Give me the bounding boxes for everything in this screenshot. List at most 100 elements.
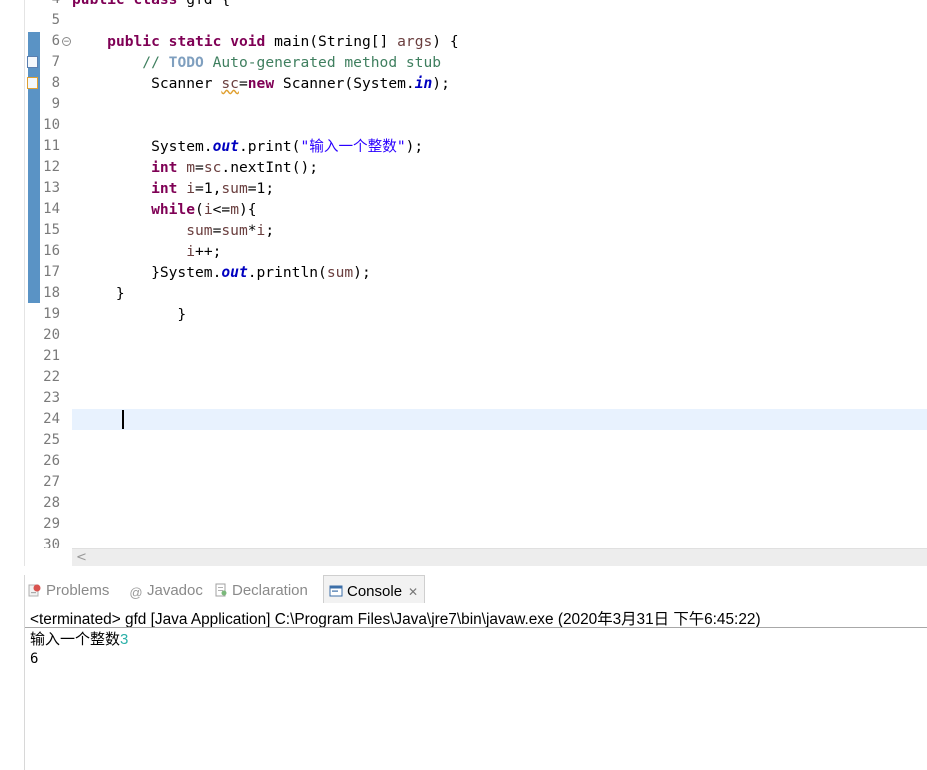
code-token: i <box>186 243 196 260</box>
code-token: args <box>397 33 433 50</box>
tab-declaration[interactable]: Declaration <box>214 575 308 603</box>
console-view[interactable]: <terminated> gfd [Java Application] C:\P… <box>25 603 927 770</box>
code-token: i <box>186 180 196 197</box>
tab-console-label: Console <box>347 583 403 600</box>
code-token: Scanner(System. <box>282 75 415 92</box>
code-area[interactable]: public class gfd { public static void ma… <box>72 0 927 548</box>
code-token: TODO <box>168 54 204 71</box>
code-line[interactable]: public static void main(String[] args) { <box>72 31 459 52</box>
code-line[interactable]: sum=sum*i; <box>72 220 274 241</box>
tab-problems[interactable]: Problems <box>28 575 109 603</box>
code-token: ++; <box>195 243 222 260</box>
line-number: 23 <box>43 390 60 406</box>
declaration-icon <box>215 583 227 597</box>
code-token: .println( <box>247 264 327 281</box>
java-editor[interactable]: 4 5 6−7 8 9 10 11 12 13 14 15 16 17 18 19 20 21 22 23 24 25 2… <box>0 0 927 548</box>
code-token: in <box>414 75 433 92</box>
code-token: } <box>72 285 125 302</box>
line-number: 15 <box>43 222 60 238</box>
console-divider <box>25 627 927 628</box>
line-number-gutter: 4 5 6−7 8 9 10 11 12 13 14 15 16 17 18 19 20 21 22 23 24 25 2… <box>40 0 72 548</box>
code-token: = <box>238 75 248 92</box>
code-token: int <box>151 159 187 176</box>
line-number: 16 <box>43 243 60 259</box>
code-line[interactable]: while(i<=m){ <box>72 199 256 220</box>
line-number: 19 <box>43 306 60 322</box>
tab-javadoc-label: Javadoc <box>147 582 203 599</box>
code-token: ) { <box>432 33 459 50</box>
tab-console[interactable]: Console ✕ <box>323 575 426 603</box>
code-token: .print( <box>238 138 301 155</box>
javadoc-icon: @ <box>129 585 143 600</box>
code-line[interactable]: int i=1,sum=1; <box>72 178 274 199</box>
code-token: Auto-generated method stub <box>203 54 442 71</box>
pane-separator[interactable] <box>0 566 927 575</box>
code-line[interactable]: // TODO Auto-generated method stub <box>72 52 441 73</box>
code-token: =1; <box>247 180 275 197</box>
code-token: sum <box>221 222 248 239</box>
problems-icon <box>28 584 41 597</box>
editor-border <box>24 0 25 566</box>
line-number: 21 <box>43 348 60 364</box>
code-line[interactable]: public class gfd { <box>72 0 230 10</box>
bottom-view-tabs: Problems @ Javadoc Declaration Console ✕ <box>25 575 927 603</box>
code-token: .nextInt(); <box>221 159 319 176</box>
code-token: static <box>168 33 231 50</box>
warning-icon[interactable] <box>27 77 38 89</box>
code-line[interactable]: int m=sc.nextInt(); <box>72 157 318 178</box>
code-token: sc <box>203 159 222 176</box>
task-icon[interactable] <box>27 56 38 68</box>
code-token: // <box>142 54 169 71</box>
code-token: Scanner <box>72 75 222 92</box>
console-prompt-text: 输入一个整数 <box>30 631 121 648</box>
scroll-left-icon[interactable]: < <box>76 549 87 566</box>
code-token: = <box>195 159 204 176</box>
line-number: 8 <box>51 75 60 91</box>
code-line[interactable]: Scanner sc=new Scanner(System.in); <box>72 73 450 94</box>
code-token: ); <box>405 138 424 155</box>
code-line[interactable]: } <box>72 304 186 325</box>
line-number: 24 <box>43 411 60 427</box>
console-output-line[interactable]: 输入一个整数3 <box>30 628 128 649</box>
line-number: 14 <box>43 201 60 217</box>
line-number: 20 <box>43 327 60 343</box>
code-token: public <box>72 0 134 8</box>
code-token: sum <box>186 222 213 239</box>
code-line[interactable]: }System.out.println(sum); <box>72 262 371 283</box>
line-number: 30 <box>43 537 60 548</box>
code-line[interactable]: } <box>72 283 125 304</box>
tab-declaration-label: Declaration <box>232 582 308 599</box>
code-token: <= <box>212 201 231 218</box>
code-token: m <box>186 159 196 176</box>
code-token: new <box>247 75 283 92</box>
changed-lines-marker[interactable] <box>28 32 40 303</box>
line-number: 28 <box>43 495 60 511</box>
code-token: out <box>212 138 239 155</box>
text-caret <box>122 410 124 429</box>
code-line[interactable]: System.out.print("输入一个整数"); <box>72 136 423 157</box>
line-number: 6 <box>51 33 60 49</box>
line-number: 22 <box>43 369 60 385</box>
line-number: 18 <box>43 285 60 301</box>
line-number: 13 <box>43 180 60 196</box>
code-token: ); <box>353 264 371 281</box>
code-line[interactable]: i++; <box>72 241 221 262</box>
line-number: 10 <box>43 117 60 133</box>
fold-toggle-icon[interactable]: − <box>62 37 71 47</box>
line-number: 7 <box>51 54 60 70</box>
tab-javadoc[interactable]: @ Javadoc <box>129 575 203 603</box>
line-number: 11 <box>43 138 60 154</box>
horizontal-scrollbar[interactable]: < <box>72 548 927 567</box>
code-token: }System. <box>72 264 222 281</box>
line-number: 29 <box>43 516 60 532</box>
line-number: 9 <box>51 96 60 112</box>
code-token: ); <box>432 75 450 92</box>
code-token: * <box>247 222 257 239</box>
